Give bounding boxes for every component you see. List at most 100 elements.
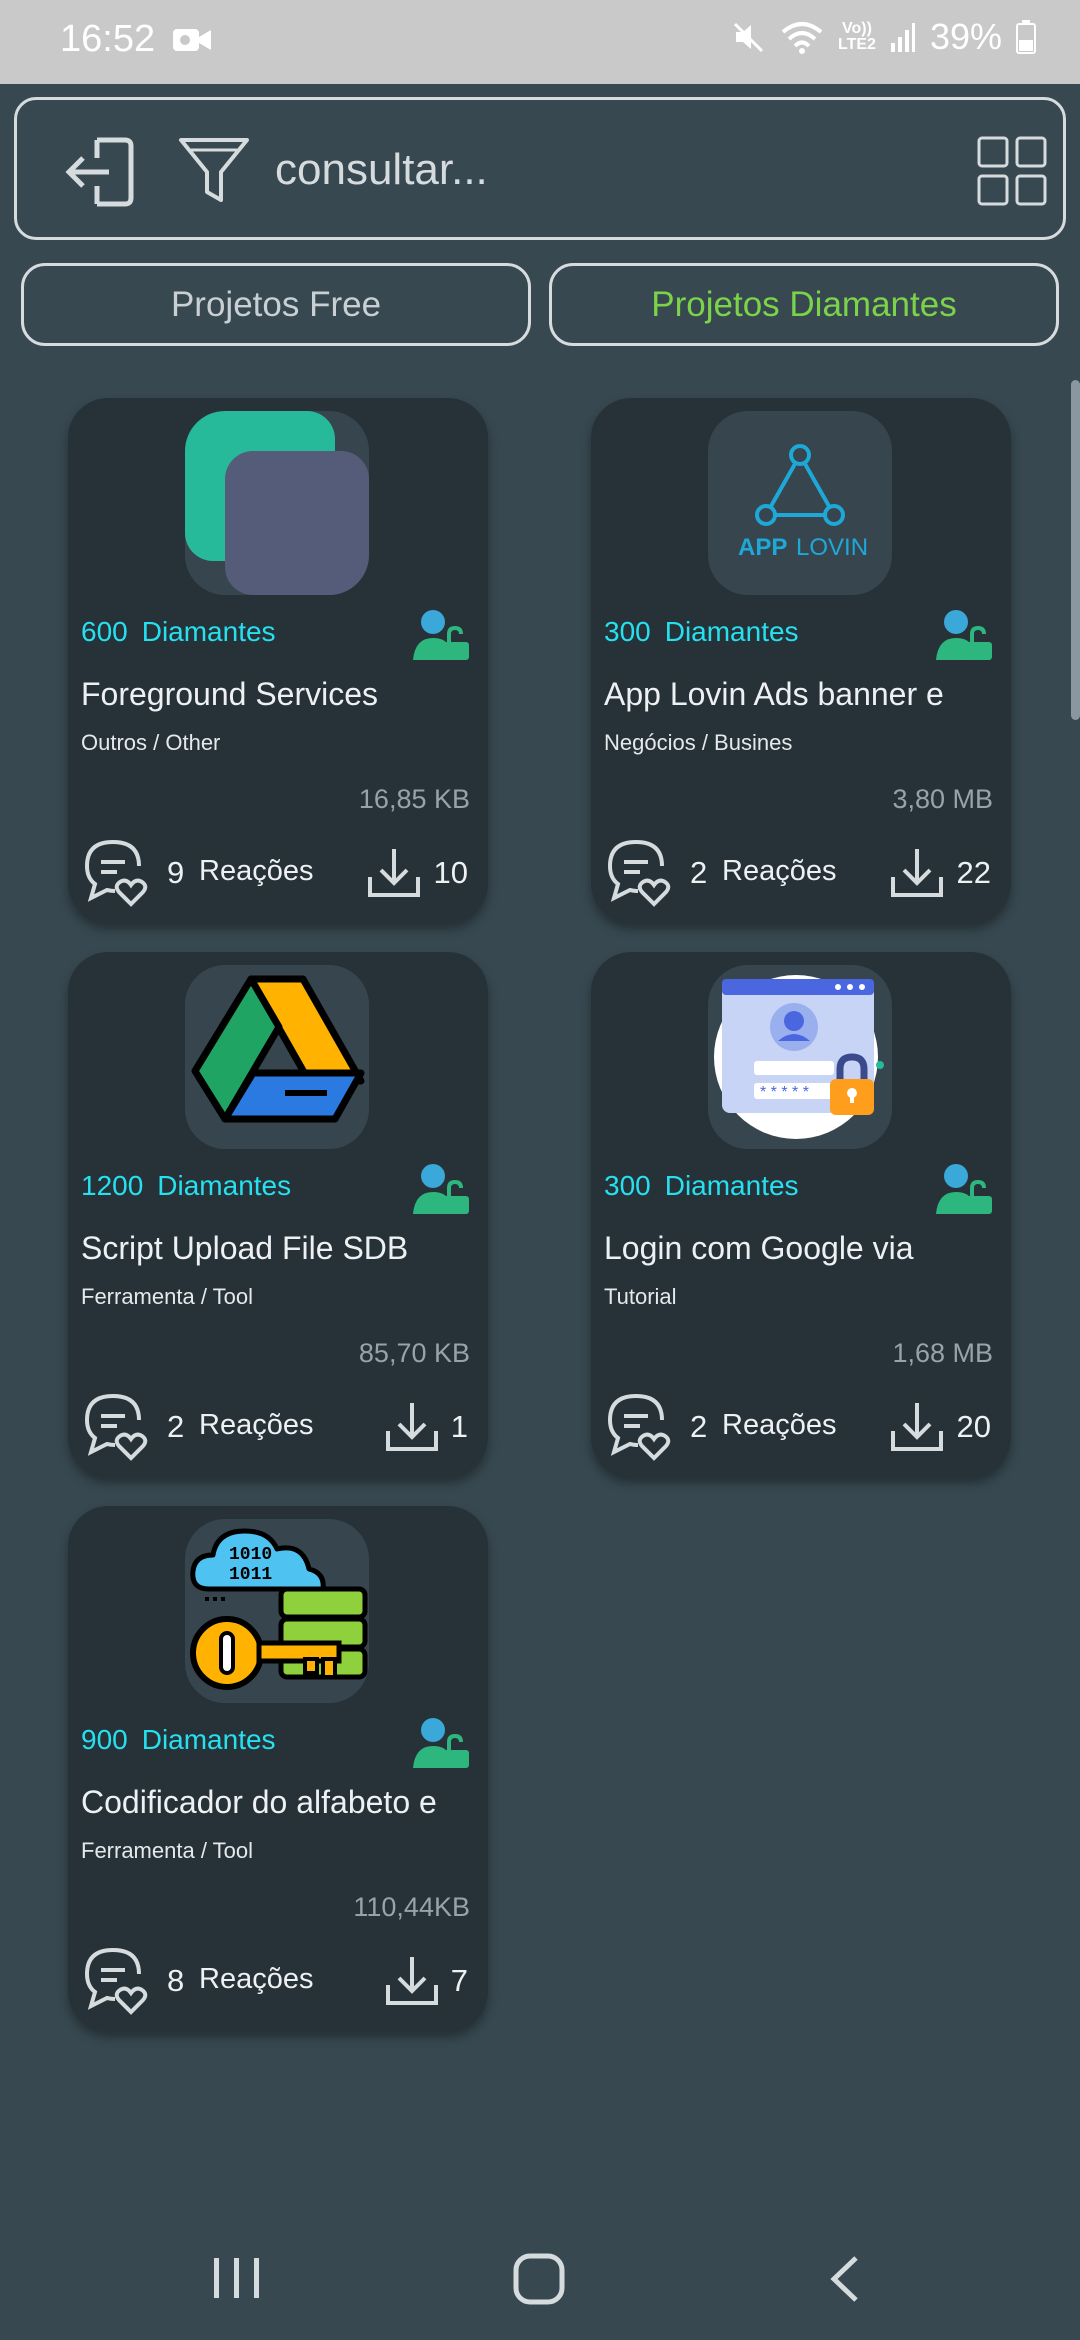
reaction-label: Reações — [722, 855, 837, 887]
card-thumbnail — [185, 411, 369, 595]
project-card[interactable]: APP LOVIN 300 Diamantes App Lovin Ads ban… — [591, 398, 1011, 923]
diamond-count: 900 — [81, 1724, 128, 1755]
volte-bottom: LTE2 — [838, 36, 876, 53]
card-title: Login com Google via — [604, 1230, 914, 1266]
user-unlock-icon — [936, 1164, 992, 1214]
card-price: 600 Diamantes — [81, 616, 276, 648]
card-file-size: 16,85 KB — [358, 784, 470, 814]
tab-projetos-diamantes[interactable]: Projetos Diamantes — [549, 263, 1059, 346]
diamond-count: 600 — [81, 616, 128, 647]
card-file-size: 85,70 KB — [358, 1338, 470, 1368]
reactions-icon[interactable] — [81, 1946, 151, 2016]
project-card[interactable]: 600 Diamantes Foreground Services Outros … — [68, 398, 488, 923]
status-icons: Vo)) LTE2 39% — [732, 16, 1036, 58]
signal-icon — [890, 23, 915, 52]
diamond-label: Diamantes — [664, 1170, 799, 1201]
reactions-icon[interactable] — [604, 838, 674, 908]
card-category: Negócios / Busines — [604, 730, 793, 755]
battery-percent: 39% — [929, 16, 1002, 57]
status-bar: 16:52 Vo)) LTE2 39% — [0, 0, 1080, 84]
video-camera-icon — [173, 29, 211, 51]
mute-icon — [733, 22, 764, 53]
filter-icon[interactable] — [175, 132, 253, 210]
tab-projetos-free[interactable]: Projetos Free — [21, 263, 531, 346]
diamond-label: Diamantes — [664, 616, 799, 647]
download-icon[interactable] — [889, 845, 945, 901]
download-icon[interactable] — [384, 1953, 440, 2009]
card-file-size: 1,68 MB — [892, 1338, 993, 1368]
status-time: 16:52 — [60, 18, 156, 60]
card-file-size: 3,80 MB — [892, 784, 993, 814]
user-unlock-icon — [413, 1718, 469, 1768]
download-icon[interactable] — [384, 1399, 440, 1455]
scrollbar[interactable] — [1071, 380, 1080, 720]
reaction-count: 8 — [167, 1963, 185, 1998]
card-title: Script Upload File SDB — [81, 1230, 409, 1266]
user-unlock-icon — [936, 610, 992, 660]
reaction-label: Reações — [199, 1409, 314, 1441]
battery-icon — [1016, 20, 1036, 54]
applovin-logo-text-1: APP — [738, 534, 787, 561]
card-title: Foreground Services — [81, 676, 379, 712]
diamond-label: Diamantes — [141, 616, 276, 647]
reaction-label: Reações — [199, 855, 314, 887]
reactions-icon[interactable] — [81, 838, 151, 908]
applovin-logo: APP LOVIN — [738, 444, 868, 561]
card-category: Ferramenta / Tool — [81, 1838, 254, 1863]
diamond-count: 300 — [604, 1170, 651, 1201]
wifi-icon — [781, 22, 823, 54]
diamond-count: 300 — [604, 616, 651, 647]
svg-text:* * * * *: * * * * * — [760, 1084, 809, 1101]
user-unlock-icon — [413, 1164, 469, 1214]
reaction-count: 9 — [167, 855, 185, 890]
reaction-label: Reações — [199, 1963, 314, 1995]
volte-indicator: Vo)) LTE2 — [838, 21, 876, 53]
card-price: 300 Diamantes — [604, 616, 799, 648]
diamond-count: 1200 — [81, 1170, 144, 1201]
card-file-size: 110,44KB — [353, 1892, 470, 1922]
download-icon[interactable] — [889, 1399, 945, 1455]
reaction-count: 2 — [167, 1409, 185, 1444]
download-count: 20 — [956, 1409, 991, 1444]
card-category: Ferramenta / Tool — [81, 1284, 254, 1309]
card-thumbnail: 1010 1011 — [185, 1519, 369, 1703]
card-price: 900 Diamantes — [81, 1724, 276, 1756]
applovin-logo-text-2: LOVIN — [796, 534, 868, 561]
download-count: 10 — [433, 855, 468, 890]
reactions-icon[interactable] — [604, 1392, 674, 1462]
foreground-services-icon — [185, 411, 369, 595]
search-bar — [14, 97, 1066, 240]
project-card[interactable]: 1200 Diamantes Script Upload File SDB Fer… — [68, 952, 488, 1477]
volte-top: Vo)) — [842, 20, 872, 37]
card-price: 1200 Diamantes — [81, 1170, 291, 1202]
grid-view-icon[interactable] — [977, 136, 1047, 206]
project-card[interactable]: 1010 1011 900 Diamantes Codificador do al… — [68, 1506, 488, 2031]
project-card[interactable]: * * * * * 300 Diamantes Login com Google … — [591, 952, 1011, 1477]
google-drive-icon — [191, 975, 365, 1123]
download-count: 1 — [450, 1409, 468, 1444]
encoder-binary-2: 1011 — [229, 1565, 272, 1585]
back-icon[interactable] — [826, 2254, 862, 2304]
card-category: Tutorial — [604, 1284, 677, 1309]
card-thumbnail: APP LOVIN — [708, 411, 892, 595]
card-thumbnail: * * * * * — [708, 965, 892, 1149]
recent-apps-icon[interactable] — [212, 2256, 262, 2300]
logout-icon[interactable] — [59, 132, 139, 212]
home-icon[interactable] — [513, 2253, 565, 2305]
reactions-icon[interactable] — [81, 1392, 151, 1462]
download-count: 22 — [956, 855, 991, 890]
login-lock-icon: * * * * * — [714, 975, 884, 1139]
diamond-label: Diamantes — [141, 1724, 276, 1755]
reaction-count: 2 — [690, 1409, 708, 1444]
card-category: Outros / Other — [81, 730, 221, 755]
reaction-label: Reações — [722, 1409, 837, 1441]
diamond-label: Diamantes — [157, 1170, 292, 1201]
download-count: 7 — [450, 1963, 468, 1998]
download-icon[interactable] — [366, 845, 422, 901]
card-thumbnail — [185, 965, 369, 1149]
card-title: Codificador do alfabeto e — [81, 1784, 437, 1820]
encoder-binary-1: 1010 — [229, 1545, 272, 1565]
card-price: 300 Diamantes — [604, 1170, 799, 1202]
reaction-count: 2 — [690, 855, 708, 890]
search-input[interactable] — [275, 140, 915, 200]
